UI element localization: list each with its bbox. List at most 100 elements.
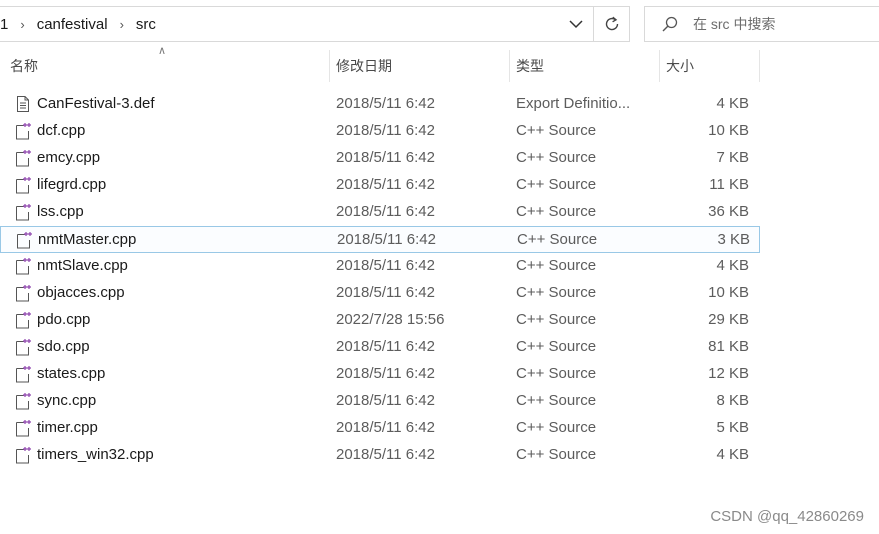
refresh-button[interactable] [593,6,629,42]
file-row[interactable]: pdo.cpp 2022/7/28 15:56 C++ Source 29 KB [0,307,760,334]
file-size: 4 KB [716,257,749,274]
file-row[interactable]: nmtMaster.cpp 2018/5/11 6:42 C++ Source … [0,226,760,253]
file-modified: 2018/5/11 6:42 [336,284,435,301]
cpp-file-icon [15,446,31,471]
column-name-label: 名称 [10,58,38,74]
breadcrumb-separator-icon[interactable]: › [112,17,132,32]
file-modified: 2018/5/11 6:42 [336,149,435,166]
file-modified: 2018/5/11 6:42 [336,122,435,139]
file-name: objacces.cpp [37,284,125,301]
file-type: C++ Source [516,203,597,220]
file-modified: 2018/5/11 6:42 [336,446,435,463]
file-type: C++ Source [516,365,597,382]
file-row[interactable]: states.cpp 2018/5/11 6:42 C++ Source 12 … [0,361,760,388]
file-name: sdo.cpp [37,338,90,355]
file-name: pdo.cpp [37,311,91,328]
file-type: C++ Source [516,176,597,193]
file-size: 4 KB [716,446,749,463]
cpp-file-icon [15,257,31,282]
file-type: C++ Source [516,392,597,409]
file-name: CanFestival-3.def [37,95,155,112]
file-modified: 2018/5/11 6:42 [336,365,435,382]
file-type: C++ Source [517,231,598,248]
file-size: 36 KB [708,203,749,220]
file-modified: 2018/5/11 6:42 [336,203,435,220]
address-bar[interactable]: 1 › canfestival › src [0,6,630,42]
breadcrumb-root[interactable]: 1 [0,16,12,33]
cpp-file-icon [15,365,31,390]
file-modified: 2018/5/11 6:42 [336,392,435,409]
cpp-file-icon [15,392,31,417]
cpp-file-icon [15,203,31,228]
refresh-icon [605,16,618,31]
cpp-file-icon [15,122,31,147]
chevron-down-icon[interactable] [559,7,593,41]
column-name[interactable]: 名称 [0,50,330,82]
file-row[interactable]: lss.cpp 2018/5/11 6:42 C++ Source 36 KB [0,199,760,226]
file-type: C++ Source [516,446,597,463]
file-type: C++ Source [516,338,597,355]
column-header: ∧ 名称 修改日期 类型 大小 [0,45,760,82]
file-row[interactable]: timer.cpp 2018/5/11 6:42 C++ Source 5 KB [0,415,760,442]
column-size[interactable]: 大小 [660,50,760,82]
column-size-label: 大小 [666,58,694,74]
file-name: nmtMaster.cpp [38,231,137,248]
column-modified[interactable]: 修改日期 [330,50,510,82]
file-type: C++ Source [516,311,597,328]
file-row[interactable]: sync.cpp 2018/5/11 6:42 C++ Source 8 KB [0,388,760,415]
file-list: CanFestival-3.def 2018/5/11 6:42 Export … [0,91,760,469]
file-modified: 2022/7/28 15:56 [336,311,445,328]
column-type[interactable]: 类型 [510,50,660,82]
file-name: timers_win32.cpp [37,446,154,463]
file-type: C++ Source [516,257,597,274]
breadcrumb-src[interactable]: src [132,16,160,33]
file-name: lss.cpp [37,203,84,220]
file-type: C++ Source [516,284,597,301]
file-size: 29 KB [708,311,749,328]
file-name: timer.cpp [37,419,98,436]
cpp-file-icon [15,149,31,174]
file-row[interactable]: sdo.cpp 2018/5/11 6:42 C++ Source 81 KB [0,334,760,361]
file-row[interactable]: lifegrd.cpp 2018/5/11 6:42 C++ Source 11… [0,172,760,199]
file-row[interactable]: objacces.cpp 2018/5/11 6:42 C++ Source 1… [0,280,760,307]
breadcrumb-canfestival[interactable]: canfestival [33,16,112,33]
file-name: emcy.cpp [37,149,101,166]
search-box[interactable]: 在 src 中搜索 [644,6,879,42]
breadcrumb-separator-icon[interactable]: › [12,17,32,32]
file-name: sync.cpp [37,392,97,409]
file-row[interactable]: dcf.cpp 2018/5/11 6:42 C++ Source 10 KB [0,118,760,145]
file-size: 4 KB [716,95,749,112]
cpp-file-icon [15,176,31,201]
file-size: 81 KB [708,338,749,355]
file-name: states.cpp [37,365,106,382]
file-size: 5 KB [716,419,749,436]
file-type: C++ Source [516,122,597,139]
file-size: 7 KB [716,149,749,166]
text-file-icon [15,95,31,120]
file-row[interactable]: timers_win32.cpp 2018/5/11 6:42 C++ Sour… [0,442,760,469]
column-modified-label: 修改日期 [336,58,392,74]
file-size: 10 KB [708,122,749,139]
file-modified: 2018/5/11 6:42 [336,95,435,112]
file-size: 12 KB [708,365,749,382]
file-size: 8 KB [716,392,749,409]
file-row[interactable]: nmtSlave.cpp 2018/5/11 6:42 C++ Source 4… [0,253,760,280]
search-icon [661,13,683,35]
file-modified: 2018/5/11 6:42 [337,231,436,248]
file-modified: 2018/5/11 6:42 [336,419,435,436]
file-size: 3 KB [717,231,750,248]
file-type: C++ Source [516,149,597,166]
file-modified: 2018/5/11 6:42 [336,257,435,274]
cpp-file-icon [15,338,31,363]
watermark: CSDN @qq_42860269 [710,508,864,525]
cpp-file-icon [15,419,31,444]
file-name: dcf.cpp [37,122,86,139]
file-row[interactable]: emcy.cpp 2018/5/11 6:42 C++ Source 7 KB [0,145,760,172]
file-row[interactable]: CanFestival-3.def 2018/5/11 6:42 Export … [0,91,760,118]
column-type-label: 类型 [516,58,544,74]
file-size: 11 KB [709,176,749,193]
file-modified: 2018/5/11 6:42 [336,176,435,193]
search-placeholder[interactable]: 在 src 中搜索 [693,14,775,34]
cpp-file-icon [15,284,31,309]
file-size: 10 KB [708,284,749,301]
